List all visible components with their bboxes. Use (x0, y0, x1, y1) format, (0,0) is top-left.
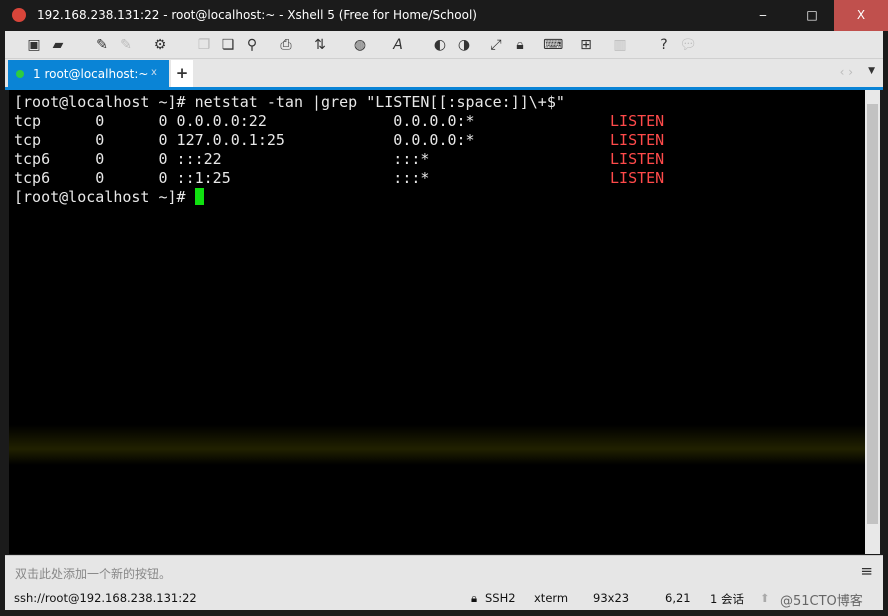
terminal-cursor (194, 188, 204, 205)
equalizer-background (9, 425, 865, 465)
keyboard-icon[interactable]: ⌨ (543, 36, 563, 54)
status-bar: ssh://root@192.168.238.131:22 🔒︎ SSH2 xt… (5, 587, 883, 610)
xftp-icon[interactable]: ◐ (431, 36, 449, 54)
status-size: 93x23 (593, 591, 630, 605)
xshell-logo-icon (12, 8, 26, 22)
fullscreen-icon[interactable]: ⤢ (487, 36, 505, 54)
state-label: LISTEN (610, 131, 665, 149)
chat-icon[interactable]: 💬︎ (679, 36, 697, 54)
terminal-output: [root@localhost ~]# netstat -tan |grep "… (14, 93, 664, 207)
row-fields: tcp6 0 0 :::22 :::* (14, 150, 611, 168)
print-icon[interactable]: ⎙ (277, 36, 295, 54)
terminal[interactable]: [root@localhost ~]# netstat -tan |grep "… (9, 90, 865, 554)
minimize-button[interactable]: ‒ (742, 0, 784, 31)
new-tab-button[interactable]: + (171, 60, 193, 87)
status-cursor: 6,21 (665, 591, 691, 605)
connected-status-icon (16, 70, 24, 78)
copy-icon[interactable]: ❐ (195, 36, 213, 54)
lock-icon: 🔒︎ (471, 591, 478, 605)
xmanager-icon[interactable]: ◑ (455, 36, 473, 54)
tab-session-1[interactable]: 1 root@localhost:~ x (8, 60, 169, 88)
status-protocol: SSH2 (485, 591, 516, 605)
lock-icon[interactable]: 🔒︎ (511, 36, 529, 54)
row-fields: tcp6 0 0 ::1:25 :::* (14, 169, 611, 187)
add-tab-icon[interactable]: ⊞ (577, 36, 595, 54)
status-term: xterm (534, 591, 569, 605)
close-button[interactable]: X (834, 0, 888, 31)
quickbar-menu-icon[interactable]: ≡ (860, 562, 873, 580)
status-sessions: 1 会话 (710, 592, 744, 606)
netstat-row: tcp 0 0 127.0.0.1:25 0.0.0.0:* LISTEN (14, 131, 664, 149)
find-icon[interactable]: ⚲ (243, 36, 261, 54)
state-label: LISTEN (610, 112, 665, 130)
open-folder-icon[interactable]: ▰ (49, 36, 67, 54)
tab-menu-chevron-icon[interactable]: ▼ (868, 66, 875, 76)
watermark: @51CTO博客 (780, 594, 863, 609)
layout-icon[interactable]: ▥ (611, 36, 629, 54)
help-icon[interactable]: ? (655, 36, 673, 54)
tab-label: 1 root@localhost:~ (33, 67, 149, 81)
window-title: 192.168.238.131:22 - root@localhost:~ - … (37, 8, 477, 22)
prompt: [root@localhost ~]# (14, 188, 195, 206)
scrollbar-thumb[interactable] (867, 104, 878, 524)
globe-icon[interactable]: ◍ (351, 36, 369, 54)
title-bar: 192.168.238.131:22 - root@localhost:~ - … (0, 0, 888, 31)
font-icon[interactable]: A (389, 36, 407, 54)
row-fields: tcp 0 0 0.0.0.0:22 0.0.0.0:* (14, 112, 611, 130)
maximize-button[interactable]: □ (791, 0, 833, 31)
tab-scroll-arrows-icon[interactable]: ‹ › (840, 65, 853, 79)
tab-close-button[interactable]: x (151, 67, 157, 78)
state-label: LISTEN (610, 150, 665, 168)
terminal-scrollbar[interactable] (865, 90, 880, 554)
new-session-icon[interactable]: ▣ (25, 36, 43, 54)
connect-icon[interactable]: ✎ (93, 36, 111, 54)
netstat-row: tcp 0 0 0.0.0.0:22 0.0.0.0:* LISTEN (14, 112, 664, 130)
command-line: [root@localhost ~]# netstat -tan |grep "… (14, 93, 565, 111)
netstat-row: tcp6 0 0 :::22 :::* LISTEN (14, 150, 664, 168)
toolbar: ▣ ▰ ✎ ✎ ⚙ ❐ ❏ ⚲ ⎙ ⇅ ◍ A ◐ ◑ ⤢ 🔒︎ ⌨ ⊞ ▥ ?… (5, 31, 883, 59)
quickbar-hint: 双击此处添加一个新的按钮。 (15, 567, 172, 581)
paste-icon[interactable]: ❏ (219, 36, 237, 54)
transfer-icon[interactable]: ⇅ (311, 36, 329, 54)
upload-arrow-icon: ⬆ (760, 591, 770, 605)
netstat-row: tcp6 0 0 ::1:25 :::* LISTEN (14, 169, 664, 187)
row-fields: tcp 0 0 127.0.0.1:25 0.0.0.0:* (14, 131, 611, 149)
disconnect-icon[interactable]: ✎ (117, 36, 135, 54)
quick-command-bar[interactable]: 双击此处添加一个新的按钮。 ≡ (5, 555, 883, 587)
tab-bar: 1 root@localhost:~ x + ‹ › ▼ (5, 59, 883, 88)
properties-icon[interactable]: ⚙ (151, 36, 169, 54)
state-label: LISTEN (610, 169, 665, 187)
status-address: ssh://root@192.168.238.131:22 (14, 591, 197, 605)
